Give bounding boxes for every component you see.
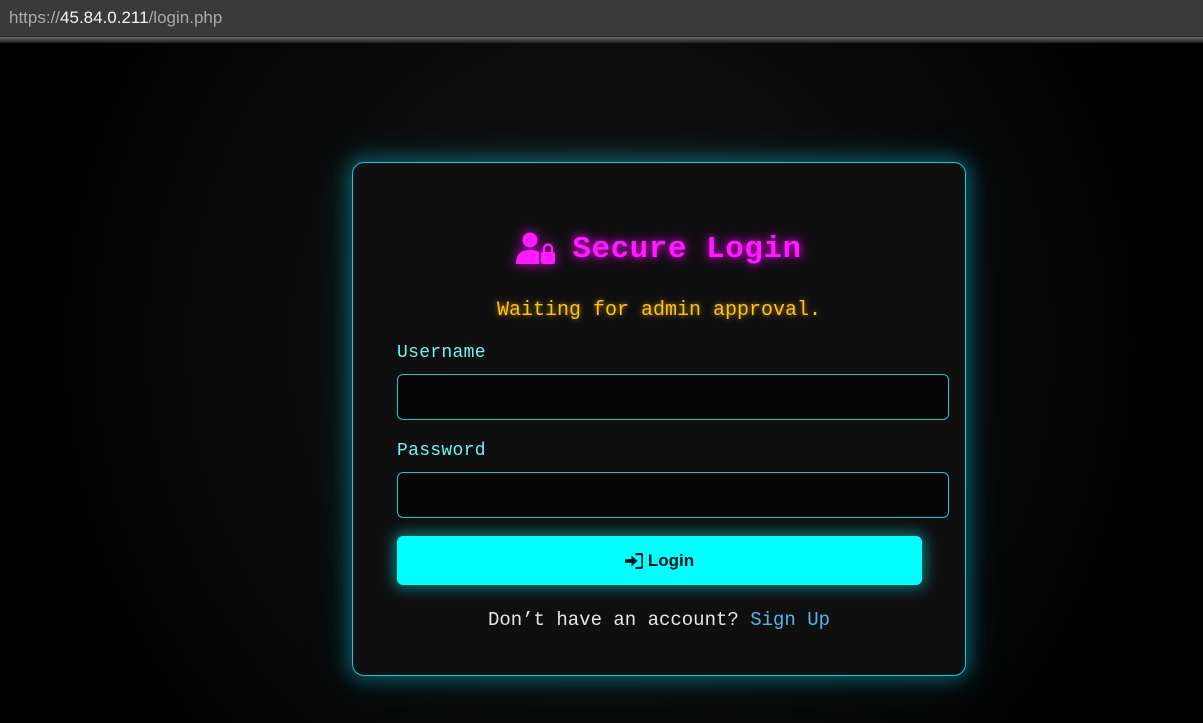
signup-prompt-row: Don’t have an account? Sign Up bbox=[353, 609, 965, 631]
login-card: Secure Login Waiting for admin approval.… bbox=[352, 162, 966, 676]
url-host: 45.84.0.211 bbox=[60, 8, 149, 27]
user-lock-icon bbox=[516, 232, 556, 266]
username-input[interactable] bbox=[397, 374, 949, 420]
signup-link[interactable]: Sign Up bbox=[750, 609, 830, 631]
username-label: Username bbox=[397, 343, 486, 363]
login-button[interactable]: Login bbox=[397, 536, 922, 585]
approval-status-message: Waiting for admin approval. bbox=[496, 299, 822, 322]
login-page: Secure Login Waiting for admin approval.… bbox=[0, 43, 1203, 723]
password-input[interactable] bbox=[397, 472, 949, 518]
login-title: Secure Login bbox=[572, 231, 802, 267]
url-scheme: https:// bbox=[9, 8, 61, 27]
signup-prompt-text: Don’t have an account? bbox=[487, 609, 739, 631]
address-url[interactable]: https://45.84.0.211/login.php bbox=[9, 8, 222, 28]
login-title-row: Secure Login bbox=[353, 229, 965, 269]
sign-in-icon bbox=[624, 552, 644, 569]
password-label: Password bbox=[397, 441, 486, 461]
browser-address-bar[interactable]: https://45.84.0.211/login.php bbox=[0, 0, 1203, 37]
url-path: /login.php bbox=[148, 8, 223, 27]
login-button-label: Login bbox=[647, 550, 695, 570]
